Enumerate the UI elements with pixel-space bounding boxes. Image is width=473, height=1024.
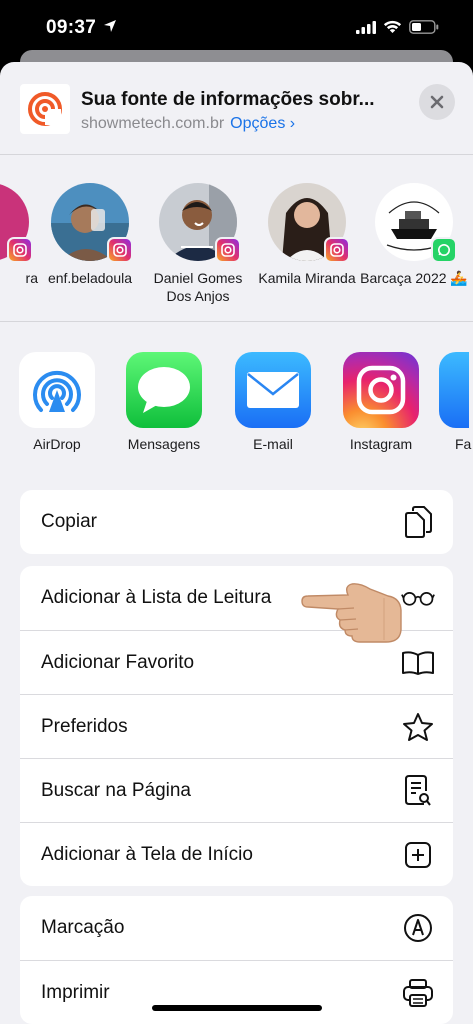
apps-row: AirDrop Mensagens E-mail Instagram Fa <box>0 322 473 470</box>
app-instagram[interactable]: Instagram <box>331 352 431 452</box>
instagram-badge-icon <box>7 237 33 263</box>
instagram-badge-icon <box>215 237 241 263</box>
person-item[interactable]: Daniel Gomes Dos Anjos <box>144 183 252 305</box>
options-link[interactable]: Opções › <box>230 115 295 132</box>
person-name: Daniel Gomes Dos Anjos <box>153 270 243 304</box>
markup-action[interactable]: Marcação <box>20 896 453 960</box>
status-time: 09:37 <box>46 17 97 38</box>
find-in-page-icon <box>401 774 435 808</box>
find-in-page-action[interactable]: Buscar na Página <box>20 758 453 822</box>
instagram-badge-icon <box>107 237 133 263</box>
app-icon <box>439 352 469 428</box>
action-label: Adicionar à Lista de Leitura <box>41 587 272 608</box>
action-label: Imprimir <box>41 981 110 1003</box>
action-label: Buscar na Página <box>41 779 191 801</box>
person-item[interactable]: Barcaça 2022 🚣 <box>360 183 468 287</box>
person-item[interactable]: Kamila Miranda <box>253 183 361 287</box>
person-item[interactable]: enf.beladoula <box>36 183 144 287</box>
action-label: Preferidos <box>41 715 128 737</box>
page-subtitle: showmetech.com.br Opções › <box>81 115 295 133</box>
page-domain: showmetech.com.br <box>81 115 225 132</box>
action-label: Adicionar Favorito <box>41 651 195 673</box>
markup-icon <box>401 911 435 945</box>
book-icon <box>401 646 435 680</box>
pointing-hand-icon <box>300 576 404 651</box>
action-label: Marcação <box>41 917 125 938</box>
messages-icon <box>126 352 202 428</box>
action-group: Copiar <box>20 490 453 554</box>
copy-action[interactable]: Copiar <box>20 490 453 554</box>
page-title: Sua fonte de informações sobr... <box>81 89 375 110</box>
instagram-badge-icon <box>324 237 350 263</box>
app-messages[interactable]: Mensagens <box>114 352 214 452</box>
star-icon <box>401 710 435 744</box>
action-label: Copiar <box>41 511 97 532</box>
copy-icon <box>401 505 435 539</box>
add-to-home-screen-action[interactable]: Adicionar à Tela de Início <box>20 822 453 886</box>
print-action[interactable]: Imprimir <box>20 960 453 1024</box>
wifi-icon <box>383 20 402 39</box>
airdrop-icon <box>19 352 95 428</box>
favorites-action[interactable]: Preferidos <box>20 694 453 758</box>
add-square-icon <box>401 838 435 872</box>
whatsapp-badge-icon <box>431 237 457 263</box>
instagram-icon <box>343 352 419 428</box>
person-name: Barcaça 2022 🚣 <box>360 270 468 286</box>
battery-icon <box>409 20 439 39</box>
close-button[interactable] <box>419 84 455 120</box>
app-label: Mensagens <box>127 436 201 452</box>
app-label: AirDrop <box>33 436 81 452</box>
share-sheet: Sua fonte de informações sobr... showmet… <box>0 62 473 1024</box>
app-next[interactable]: Fa <box>439 352 473 452</box>
person-name: Kamila Miranda <box>258 270 356 286</box>
app-label: E-mail <box>253 436 293 452</box>
location-arrow-icon <box>103 19 117 38</box>
close-icon <box>430 95 444 109</box>
cellular-signal-icon <box>356 20 376 39</box>
person-name: enf.beladoula <box>47 270 133 286</box>
site-logo <box>20 84 70 134</box>
app-label: Instagram <box>349 436 413 452</box>
app-airdrop[interactable]: AirDrop <box>7 352 107 452</box>
app-label: Fa <box>455 436 472 452</box>
mail-icon <box>235 352 311 428</box>
action-label: Adicionar à Tela de Início <box>41 843 253 865</box>
home-indicator[interactable] <box>152 1005 322 1011</box>
app-mail[interactable]: E-mail <box>223 352 323 452</box>
share-header: Sua fonte de informações sobr... showmet… <box>0 62 473 154</box>
glasses-icon <box>401 581 435 615</box>
people-row: ra enf.beladoula Daniel Gomes Dos Anjos <box>0 155 473 321</box>
print-icon <box>401 976 435 1010</box>
